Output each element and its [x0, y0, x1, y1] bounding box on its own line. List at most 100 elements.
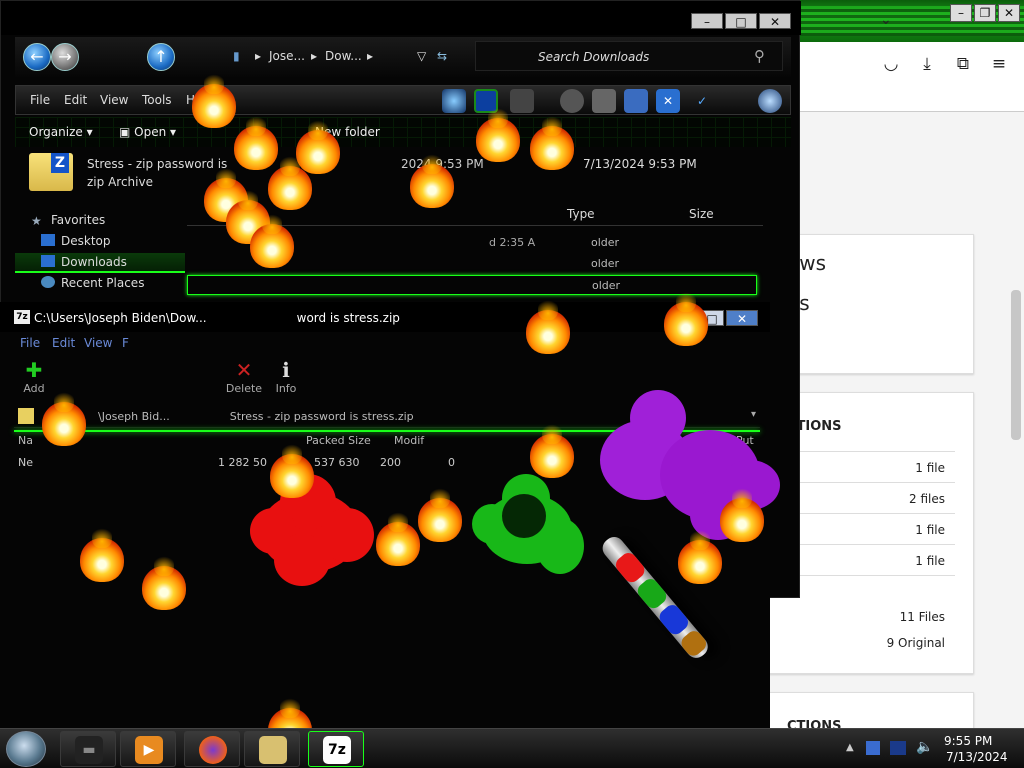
extensions-icon[interactable]: ⧉ — [952, 54, 974, 74]
fire-sprite — [42, 390, 86, 446]
sevenzip-title: C:\Users\Joseph Biden\Dow... word is stre… — [34, 311, 400, 325]
count-2: 2 files — [909, 492, 945, 506]
history-dropdown-icon[interactable]: ▽ — [417, 49, 426, 63]
zip-close-button[interactable]: ✕ — [726, 310, 758, 326]
detail-created: 7/13/2024 9:53 PM — [583, 157, 697, 171]
menu-file[interactable]: File — [30, 93, 50, 107]
minimize-button[interactable]: – — [950, 4, 972, 22]
search-box[interactable]: Search Downloads ⚲ — [475, 41, 783, 71]
start-button[interactable] — [6, 731, 46, 767]
fire-sprite — [476, 106, 520, 162]
menu-view[interactable]: View — [100, 93, 128, 107]
fire-sprite — [296, 118, 340, 174]
tray-network-icon[interactable] — [866, 741, 880, 755]
upload-icon[interactable] — [442, 89, 466, 113]
taskbar-firefox[interactable] — [184, 731, 240, 767]
desktop-icon — [41, 234, 55, 246]
open-button[interactable]: ▣ Open ▾ — [119, 125, 176, 139]
tray-expand-icon[interactable]: ▲ — [846, 742, 854, 753]
taskbar-explorer[interactable] — [244, 731, 300, 767]
file-row-selected[interactable]: older — [187, 275, 757, 295]
breadcrumb-user[interactable]: Jose... — [269, 49, 305, 63]
folder-up-icon[interactable] — [18, 408, 34, 424]
col-name[interactable]: Na — [18, 434, 33, 447]
blob-part — [630, 390, 686, 446]
menu-tools[interactable]: Tools — [142, 93, 172, 107]
refresh-icon[interactable]: ⇆ — [437, 49, 447, 63]
globe-icon[interactable] — [758, 89, 782, 113]
nav-pane: ★ Favorites Desktop Downloads Recent Plac… — [15, 201, 185, 301]
close-button[interactable]: ✕ — [998, 4, 1020, 22]
zip-menu-view[interactable]: View — [84, 336, 112, 350]
col-packed[interactable]: Packed Size — [306, 434, 371, 447]
explorer-minimize-button[interactable]: – — [691, 13, 723, 29]
clock-time[interactable]: 9:55 PM — [944, 734, 992, 748]
sidebar-item-downloads[interactable]: Downloads — [41, 255, 127, 269]
add-label: Add — [23, 382, 45, 395]
delete-icon[interactable]: ✕ — [656, 89, 680, 113]
clock-date[interactable]: 7/13/2024 — [946, 750, 1008, 764]
explorer-navbar: ← → ↑ ▮ ▸ Jose... ▸ Dow... ▸ ▽ ⇆ Search … — [15, 37, 791, 77]
cut-icon[interactable] — [510, 89, 534, 113]
fire-sprite — [530, 422, 574, 478]
row-type: older — [591, 236, 620, 249]
column-size[interactable]: Size — [689, 207, 714, 221]
zip-menu-file[interactable]: File — [20, 336, 40, 350]
volume-icon[interactable]: 🔈 — [916, 739, 933, 755]
breadcrumb-sep: ▸ — [367, 49, 374, 63]
menu-edit[interactable]: Edit — [64, 93, 87, 107]
star-icon: ★ — [31, 214, 42, 228]
desktop: ⌄ – ❐ ✕ ◡ ⤓ ⧉ ≡ ews es PTIONS 1 file 2 f… — [0, 0, 1024, 768]
tab-list-chevron-icon[interactable]: ⌄ — [880, 12, 892, 28]
fire-sprite — [526, 298, 570, 354]
add-button[interactable]: ✚ Add — [14, 358, 54, 395]
up-arrow-icon[interactable]: ↑ — [147, 43, 175, 71]
check-icon[interactable]: ✓ — [690, 89, 714, 113]
taskbar-media-player[interactable]: ▶ — [120, 731, 176, 767]
delete-button[interactable]: ✕ Delete — [224, 358, 264, 395]
fire-sprite — [530, 114, 574, 170]
organize-button[interactable]: Organize ▾ — [29, 125, 93, 139]
breadcrumb-downloads[interactable]: Dow... — [325, 49, 362, 63]
fire-sprite — [234, 114, 278, 170]
column-type[interactable]: Type — [567, 207, 595, 221]
detail-file-name: Stress - zip password is — [87, 157, 228, 171]
cell-modified: 200 — [380, 456, 401, 469]
explorer-menubar: File Edit View Tools H ✕ ✓ — [15, 85, 791, 115]
browser-scrollbar[interactable] — [1008, 112, 1024, 728]
scrollbar-thumb[interactable] — [1011, 290, 1021, 440]
search-icon[interactable]: ⚲ — [754, 47, 765, 65]
downloads-icon — [41, 255, 55, 267]
zip-menu-favorites[interactable]: F — [122, 336, 129, 350]
properties-icon[interactable] — [624, 89, 648, 113]
download-icon[interactable]: ⤓ — [916, 54, 938, 74]
organize-label: Organize — [29, 125, 83, 139]
cell-extra: 0 — [448, 456, 455, 469]
browser-toolbar: ◡ ⤓ ⧉ ≡ — [770, 42, 1024, 112]
fire-sprite — [268, 154, 312, 210]
fire-sprite — [376, 510, 420, 566]
copy-icon[interactable] — [592, 89, 616, 113]
taskbar-terminal[interactable]: ▬ — [60, 731, 116, 767]
info-button[interactable]: ℹ Info — [266, 358, 306, 395]
taskbar-7zip[interactable]: 7z — [308, 731, 364, 767]
restore-button[interactable]: ❐ — [974, 4, 996, 22]
sidebar-item-favorites[interactable]: ★ Favorites — [31, 213, 105, 228]
firefox-icon — [199, 736, 227, 764]
col-modified[interactable]: Modif — [394, 434, 424, 447]
forward-arrow-icon[interactable]: → — [51, 43, 79, 71]
explorer-maximize-button[interactable]: □ — [725, 13, 757, 29]
pocket-icon[interactable]: ◡ — [880, 54, 902, 74]
tray-display-icon[interactable] — [890, 741, 906, 755]
back-arrow-icon[interactable]: ← — [23, 43, 51, 71]
explorer-icon — [259, 736, 287, 764]
sidebar-item-desktop[interactable]: Desktop — [41, 234, 111, 248]
settings-icon[interactable] — [560, 89, 584, 113]
sidebar-item-recent[interactable]: Recent Places — [41, 276, 144, 290]
fire-sprite — [720, 486, 764, 542]
zip-menu-edit[interactable]: Edit — [52, 336, 75, 350]
fire-sprite — [250, 212, 294, 268]
sidebar-label: Recent Places — [61, 276, 145, 290]
menu-icon[interactable]: ≡ — [988, 54, 1010, 74]
explorer-close-button[interactable]: ✕ — [759, 13, 791, 29]
